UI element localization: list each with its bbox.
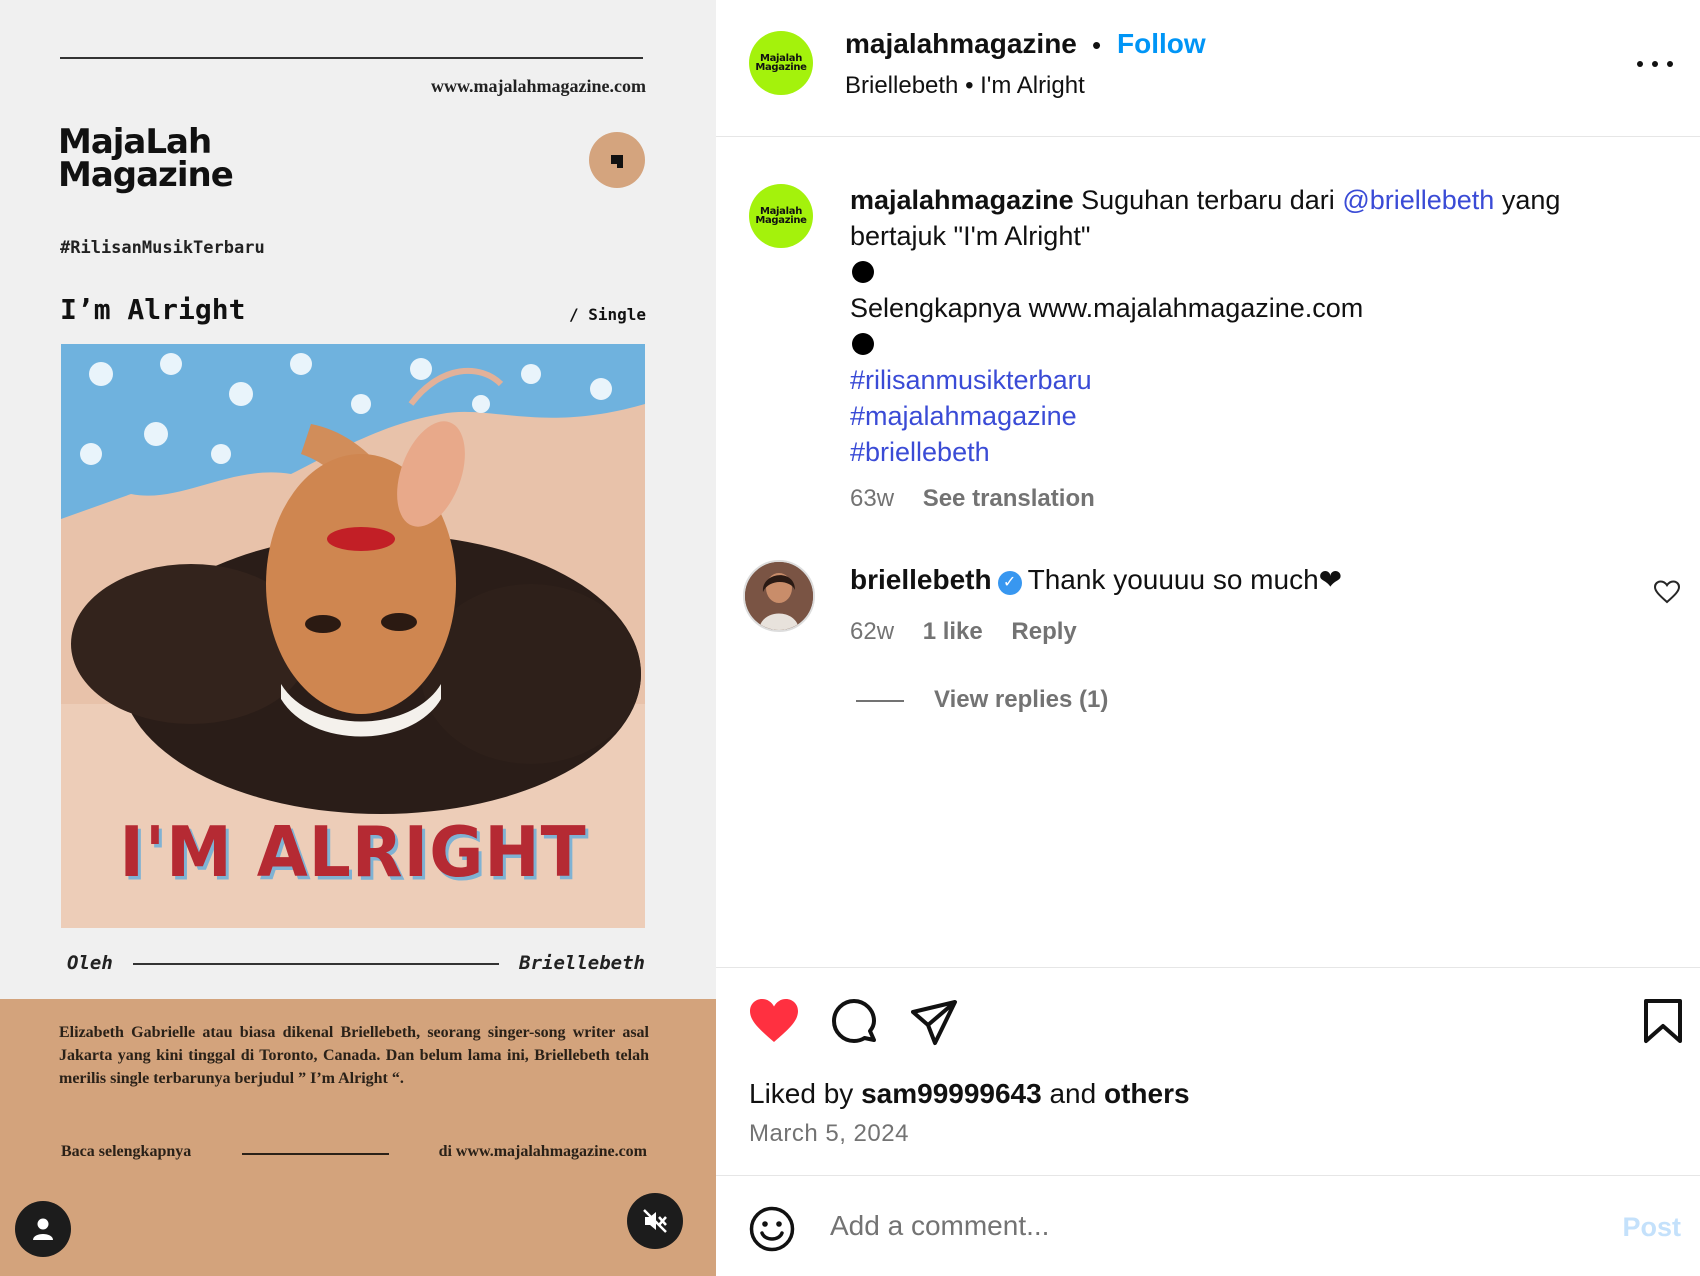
caption-timestamp[interactable]: 63w xyxy=(850,485,894,512)
post-header: Majalah Magazine majalahmagazine • Follo… xyxy=(716,0,1700,137)
like-button[interactable] xyxy=(749,998,799,1048)
view-replies-button[interactable]: View replies (1) xyxy=(856,686,1108,714)
see-translation-button[interactable]: See translation xyxy=(923,485,1095,512)
heart-filled-icon xyxy=(750,999,798,1042)
comment-text: Thank youuuu so much❤ xyxy=(1027,564,1343,595)
avatar-photo-icon xyxy=(745,562,813,630)
post-media[interactable]: www.majalahmagazine.com MajaLah Magazine… xyxy=(0,0,716,1276)
liked-by-prefix: Liked by xyxy=(749,1078,854,1109)
liked-by-others[interactable]: others xyxy=(1104,1078,1190,1109)
avatar-line-2: Magazine xyxy=(755,62,807,73)
divider xyxy=(856,699,904,702)
media-kind: / Single xyxy=(568,305,646,324)
media-brand-logo: MajaLah Magazine xyxy=(58,125,234,195)
bookmark-icon xyxy=(1644,999,1682,1043)
share-button[interactable] xyxy=(910,998,960,1048)
tagged-users-button[interactable] xyxy=(15,1201,71,1257)
comment-avatar[interactable] xyxy=(743,560,815,632)
post-details-panel: Majalah Magazine majalahmagazine • Follo… xyxy=(716,0,1700,1276)
comment-button[interactable] xyxy=(830,998,880,1048)
mute-button[interactable] xyxy=(627,1193,683,1249)
reply-button[interactable]: Reply xyxy=(1011,618,1076,645)
caption-meta: 63w See translation xyxy=(850,485,1117,513)
comment-meta: 62w 1 like Reply xyxy=(850,618,1099,646)
liked-by-user[interactable]: sam99999643 xyxy=(861,1078,1042,1109)
comment-timestamp[interactable]: 62w xyxy=(850,618,894,645)
post-caption: majalahmagazine Suguhan terbaru dari @br… xyxy=(850,182,1650,470)
dot-icon xyxy=(1652,61,1658,67)
media-hashtag: #RilisanMusikTerbaru xyxy=(60,238,265,258)
media-byline: Oleh Briellebeth xyxy=(60,952,645,976)
caption-more-line: Selengkapnya www.majalahmagazine.com xyxy=(850,293,1364,323)
dot-icon xyxy=(1667,61,1673,67)
hashtag-link[interactable]: #majalahmagazine xyxy=(850,398,1650,434)
media-description-panel: Elizabeth Gabrielle atau biasa dikenal B… xyxy=(0,999,716,1276)
comment-body: briellebeth ✓ Thank youuuu so much❤ xyxy=(850,563,1342,596)
bullet-icon xyxy=(852,333,874,355)
album-cover-title: I'M ALRIGHT xyxy=(119,812,587,893)
media-description: Elizabeth Gabrielle atau biasa dikenal B… xyxy=(59,1024,649,1087)
paper-plane-icon xyxy=(911,1000,957,1045)
media-site-url: www.majalahmagazine.com xyxy=(431,76,646,96)
comment-input[interactable] xyxy=(828,1204,1528,1248)
avatar[interactable]: Majalah Magazine xyxy=(749,31,813,95)
person-icon xyxy=(33,1218,53,1240)
divider xyxy=(133,963,499,965)
brand-line-2: Magazine xyxy=(58,155,234,195)
header-separator: • xyxy=(1092,30,1102,60)
liked-by-and: and xyxy=(1049,1078,1097,1109)
follow-button[interactable]: Follow xyxy=(1117,28,1206,60)
verified-badge-icon: ✓ xyxy=(997,571,1022,595)
read-more-url: di www.majalahmagazine.com xyxy=(438,1143,647,1160)
view-replies-label: View replies (1) xyxy=(934,686,1109,713)
media-title: I’m Alright xyxy=(60,293,246,326)
post-comment-button[interactable]: Post xyxy=(1622,1212,1681,1243)
header-audio-subtitle[interactable]: Briellebeth • I'm Alright xyxy=(845,72,1085,100)
comment-composer: Post xyxy=(716,1175,1700,1276)
speech-bubble-icon xyxy=(832,999,876,1043)
speaker-muted-icon xyxy=(643,1209,667,1233)
post-date[interactable]: March 5, 2024 xyxy=(749,1120,909,1148)
header-username[interactable]: majalahmagazine xyxy=(845,28,1077,60)
comment-likes-count[interactable]: 1 like xyxy=(923,618,983,645)
hashtag-link[interactable]: #rilisanmusikterbaru xyxy=(850,362,1650,398)
liked-by-summary[interactable]: Liked by sam99999643 and others xyxy=(749,1078,1190,1110)
comment-like-button[interactable] xyxy=(1653,580,1681,609)
album-cover-image: I'M ALRIGHT xyxy=(61,344,645,928)
comment-username[interactable]: briellebeth xyxy=(850,564,992,595)
byline-label: Oleh xyxy=(67,952,113,974)
read-more-label: Baca selengkapnya xyxy=(61,1143,192,1160)
bullet-icon xyxy=(852,261,874,283)
smiley-icon xyxy=(749,1206,795,1252)
post-actions: Liked by sam99999643 and others March 5,… xyxy=(716,967,1700,1177)
caption-avatar[interactable]: Majalah Magazine xyxy=(749,184,813,248)
caption-username[interactable]: majalahmagazine xyxy=(850,185,1074,215)
hashtag-link[interactable]: #briellebeth xyxy=(850,434,1650,470)
divider xyxy=(242,1153,389,1155)
emoji-button[interactable] xyxy=(749,1206,795,1257)
more-options-button[interactable] xyxy=(1637,52,1673,76)
caption-mention-link[interactable]: @briellebeth xyxy=(1342,185,1494,215)
media-badge-icon xyxy=(589,132,645,188)
caption-text: Suguhan terbaru dari xyxy=(1081,185,1335,215)
save-button[interactable] xyxy=(1643,998,1693,1048)
media-read-more: Baca selengkapnya di www.majalahmagazine… xyxy=(61,1143,647,1165)
byline-artist: Briellebeth xyxy=(519,952,645,974)
dot-icon xyxy=(1637,61,1643,67)
divider xyxy=(60,57,643,59)
avatar-line-2: Magazine xyxy=(755,215,807,226)
heart-outline-icon xyxy=(1653,580,1681,604)
